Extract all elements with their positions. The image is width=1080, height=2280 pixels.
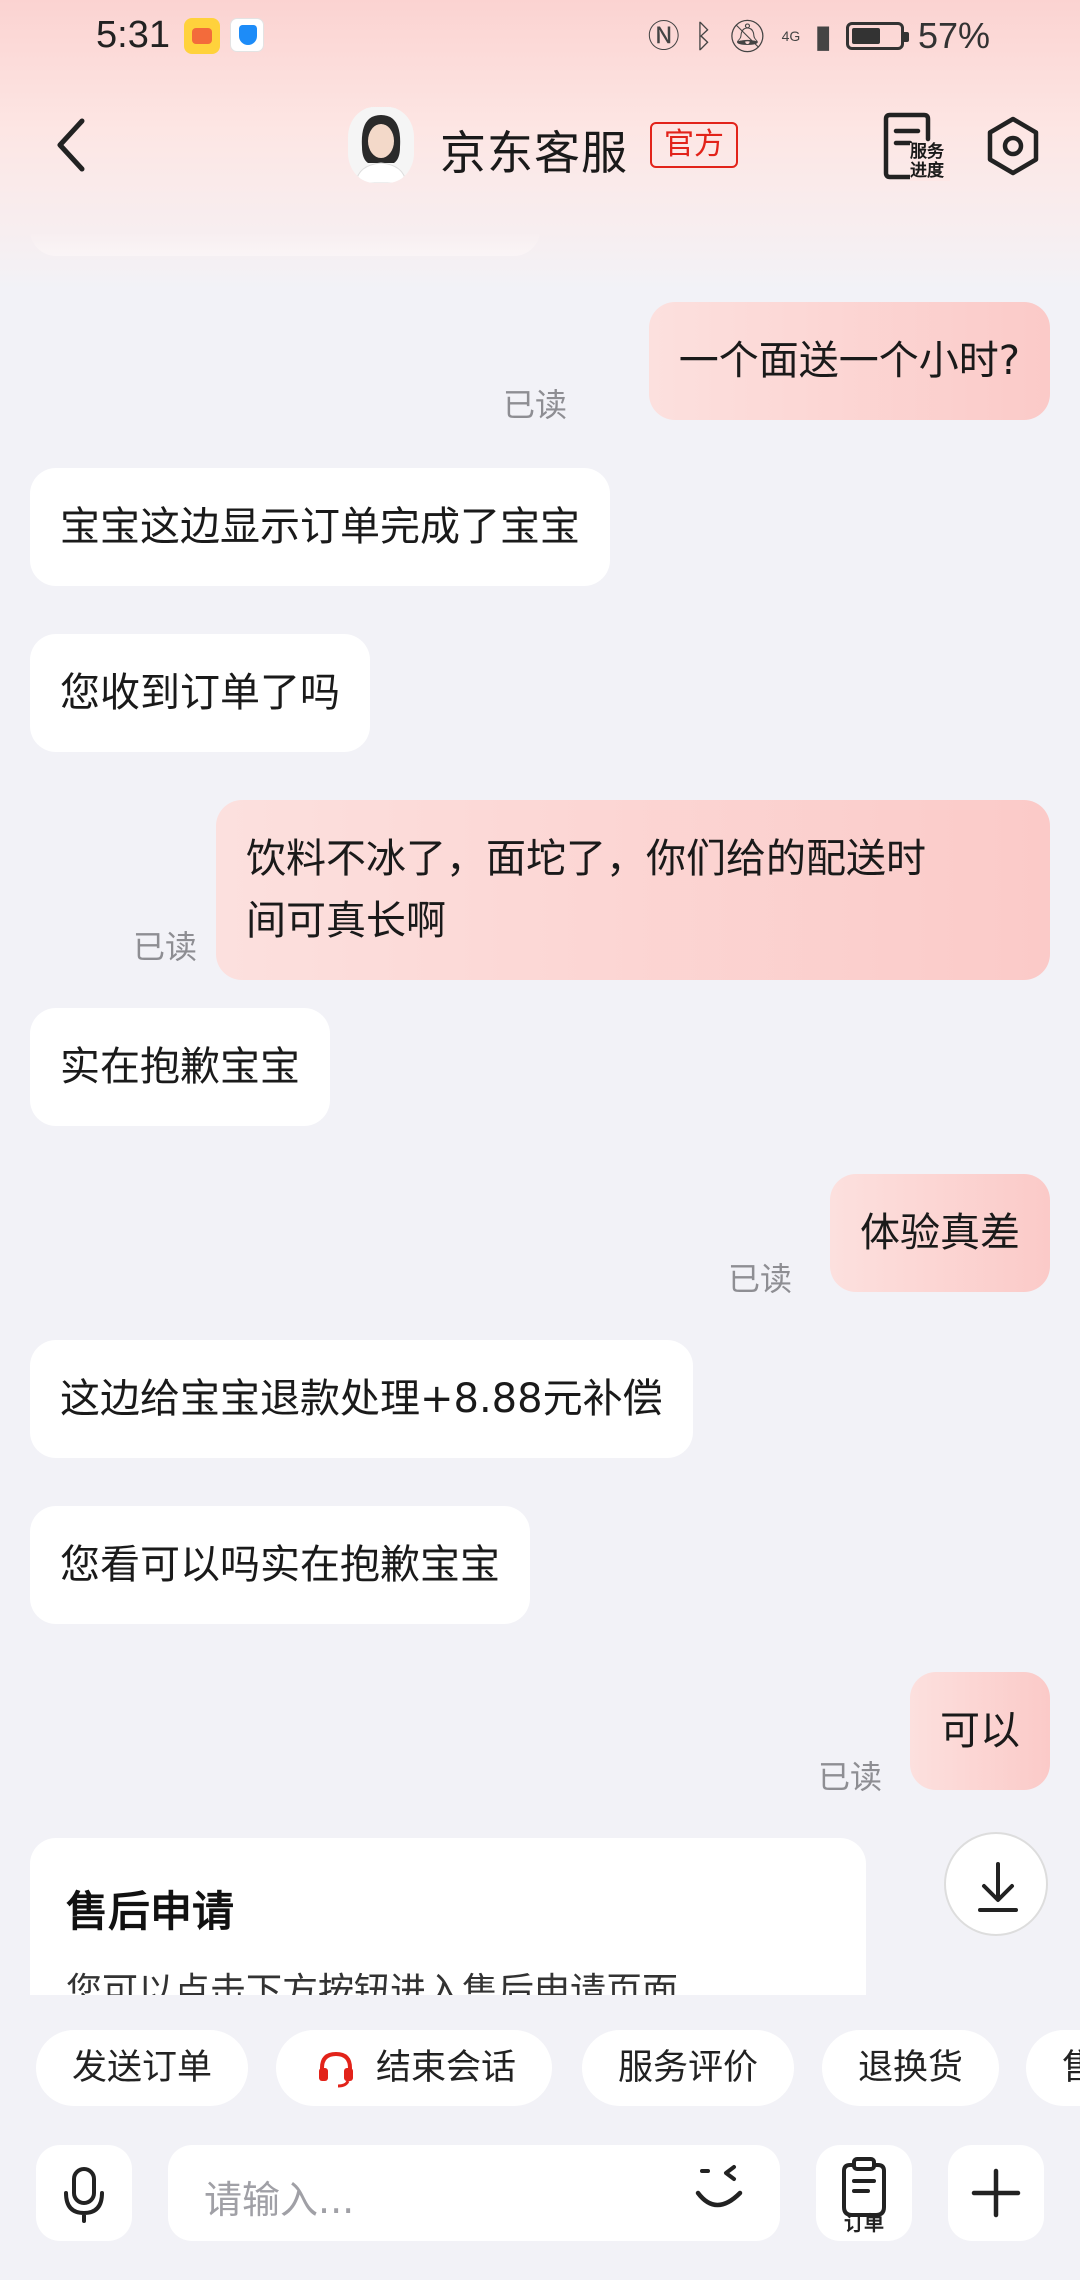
message-outgoing: 一个面送一个小时? <box>648 302 1050 420</box>
message-input[interactable]: 请输入... <box>168 2145 780 2241</box>
quick-actions-bar[interactable]: 发送订单 结束会话 服务评价 退换货 售 <box>0 1995 1080 2145</box>
message-incoming: 您收到订单了吗 <box>30 634 370 752</box>
agent-avatar-icon <box>348 107 414 183</box>
message-text: 宝宝这边显示订单完成了宝宝 <box>60 504 580 550</box>
service-rating-chip[interactable]: 服务评价 <box>582 2030 795 2106</box>
status-icons: Ⓝ ᛒ 🔕︎ 4G ▮ 57% <box>648 14 990 58</box>
card-description: 您可以点击下方按钮进入售后申请页面 <box>66 1971 679 1995</box>
order-button[interactable]: 订单 <box>816 2145 912 2241</box>
battery-icon <box>845 22 909 50</box>
status-time: 5:31 <box>96 14 170 56</box>
read-receipt: 已读 <box>503 386 568 424</box>
service-progress-label: 服务进度 <box>910 143 950 181</box>
after-sales-chip[interactable]: 售 <box>1026 2030 1080 2106</box>
settings-button[interactable] <box>982 115 1044 177</box>
nav-bar: 京东客服 官方 服务进度 <box>0 95 1080 195</box>
service-progress-button[interactable]: 服务进度 <box>880 109 950 183</box>
header: 5:31 Ⓝ ᛒ 🔕︎ 4G ▮ 57% 京东客服 官方 服务进度 <box>0 0 1080 290</box>
network-label: 4G <box>781 28 801 44</box>
chat-area[interactable]: 已读 一个面送一个小时? 宝宝这边显示订单完成了宝宝 您收到订单了吗 已读 饮料… <box>0 0 1080 1995</box>
chat-title: 京东客服 <box>440 126 628 180</box>
order-label: 订单 <box>844 2211 884 2235</box>
after-sales-card[interactable]: 售后申请 您可以点击下方按钮进入售后申请页面 <box>30 1838 866 1995</box>
arrow-down-icon <box>978 1862 1018 1912</box>
official-badge: 官方 <box>650 122 738 168</box>
message-incoming: 实在抱歉宝宝 <box>30 1008 330 1126</box>
input-bar: 请输入... 订单 <box>0 2130 1080 2280</box>
read-receipt: 已读 <box>133 928 198 966</box>
message-text: 您收到订单了吗 <box>60 670 340 716</box>
mute-bell-icon: 🔕︎ <box>727 18 768 54</box>
message-text: 这边给宝宝退款处理+8.88元补偿 <box>60 1376 663 1422</box>
end-session-chip[interactable]: 结束会话 <box>276 2030 553 2106</box>
bluetooth-icon: ᛒ <box>693 18 714 54</box>
battery-percent: 57% <box>917 15 990 56</box>
signal-icon: ▮ <box>814 18 832 54</box>
avatar[interactable] <box>348 107 414 183</box>
message-incoming: 宝宝这边显示订单完成了宝宝 <box>30 468 610 586</box>
message-incoming: 这边给宝宝退款处理+8.88元补偿 <box>30 1340 693 1458</box>
headset-icon <box>319 2051 353 2088</box>
end-session-label: 结束会话 <box>376 2048 517 2088</box>
voice-button[interactable] <box>36 2145 132 2241</box>
message-incoming: 您看可以吗实在抱歉宝宝 <box>30 1506 530 1624</box>
message-text: 一个面送一个小时? <box>678 338 1020 384</box>
microphone-icon <box>64 2167 104 2223</box>
more-button[interactable] <box>948 2145 1044 2241</box>
back-button[interactable] <box>46 113 102 177</box>
status-bar: 5:31 Ⓝ ᛒ 🔕︎ 4G ▮ 57% <box>0 0 1080 72</box>
emoji-icon[interactable] <box>690 2163 750 2223</box>
read-receipt: 已读 <box>818 1758 883 1796</box>
card-title: 售后申请 <box>66 1887 235 1936</box>
read-receipt: 已读 <box>728 1260 793 1298</box>
nfc-icon: Ⓝ <box>647 18 680 54</box>
send-order-chip[interactable]: 发送订单 <box>36 2030 249 2106</box>
app-notification-icon <box>184 18 220 54</box>
message-text: 实在抱歉宝宝 <box>60 1044 300 1090</box>
message-text: 可以 <box>940 1708 1020 1754</box>
return-exchange-chip[interactable]: 退换货 <box>822 2030 1000 2106</box>
scroll-to-bottom-button[interactable] <box>944 1832 1048 1936</box>
message-text-line: 饮料不冰了，面坨了，你们给的配送时 <box>246 836 926 882</box>
message-outgoing: 体验真差 <box>830 1174 1050 1292</box>
security-app-icon <box>230 18 264 52</box>
plus-icon <box>971 2168 1021 2218</box>
message-outgoing: 可以 <box>910 1672 1050 1790</box>
message-text: 体验真差 <box>860 1210 1020 1256</box>
chevron-left-icon <box>57 118 85 172</box>
message-text-line: 间可真长啊 <box>246 898 446 944</box>
message-outgoing: 饮料不冰了，面坨了，你们给的配送时 间可真长啊 <box>216 800 1050 980</box>
message-text: 您看可以吗实在抱歉宝宝 <box>60 1542 500 1588</box>
input-placeholder: 请输入... <box>204 2178 355 2222</box>
settings-hexagon-icon <box>987 116 1039 176</box>
